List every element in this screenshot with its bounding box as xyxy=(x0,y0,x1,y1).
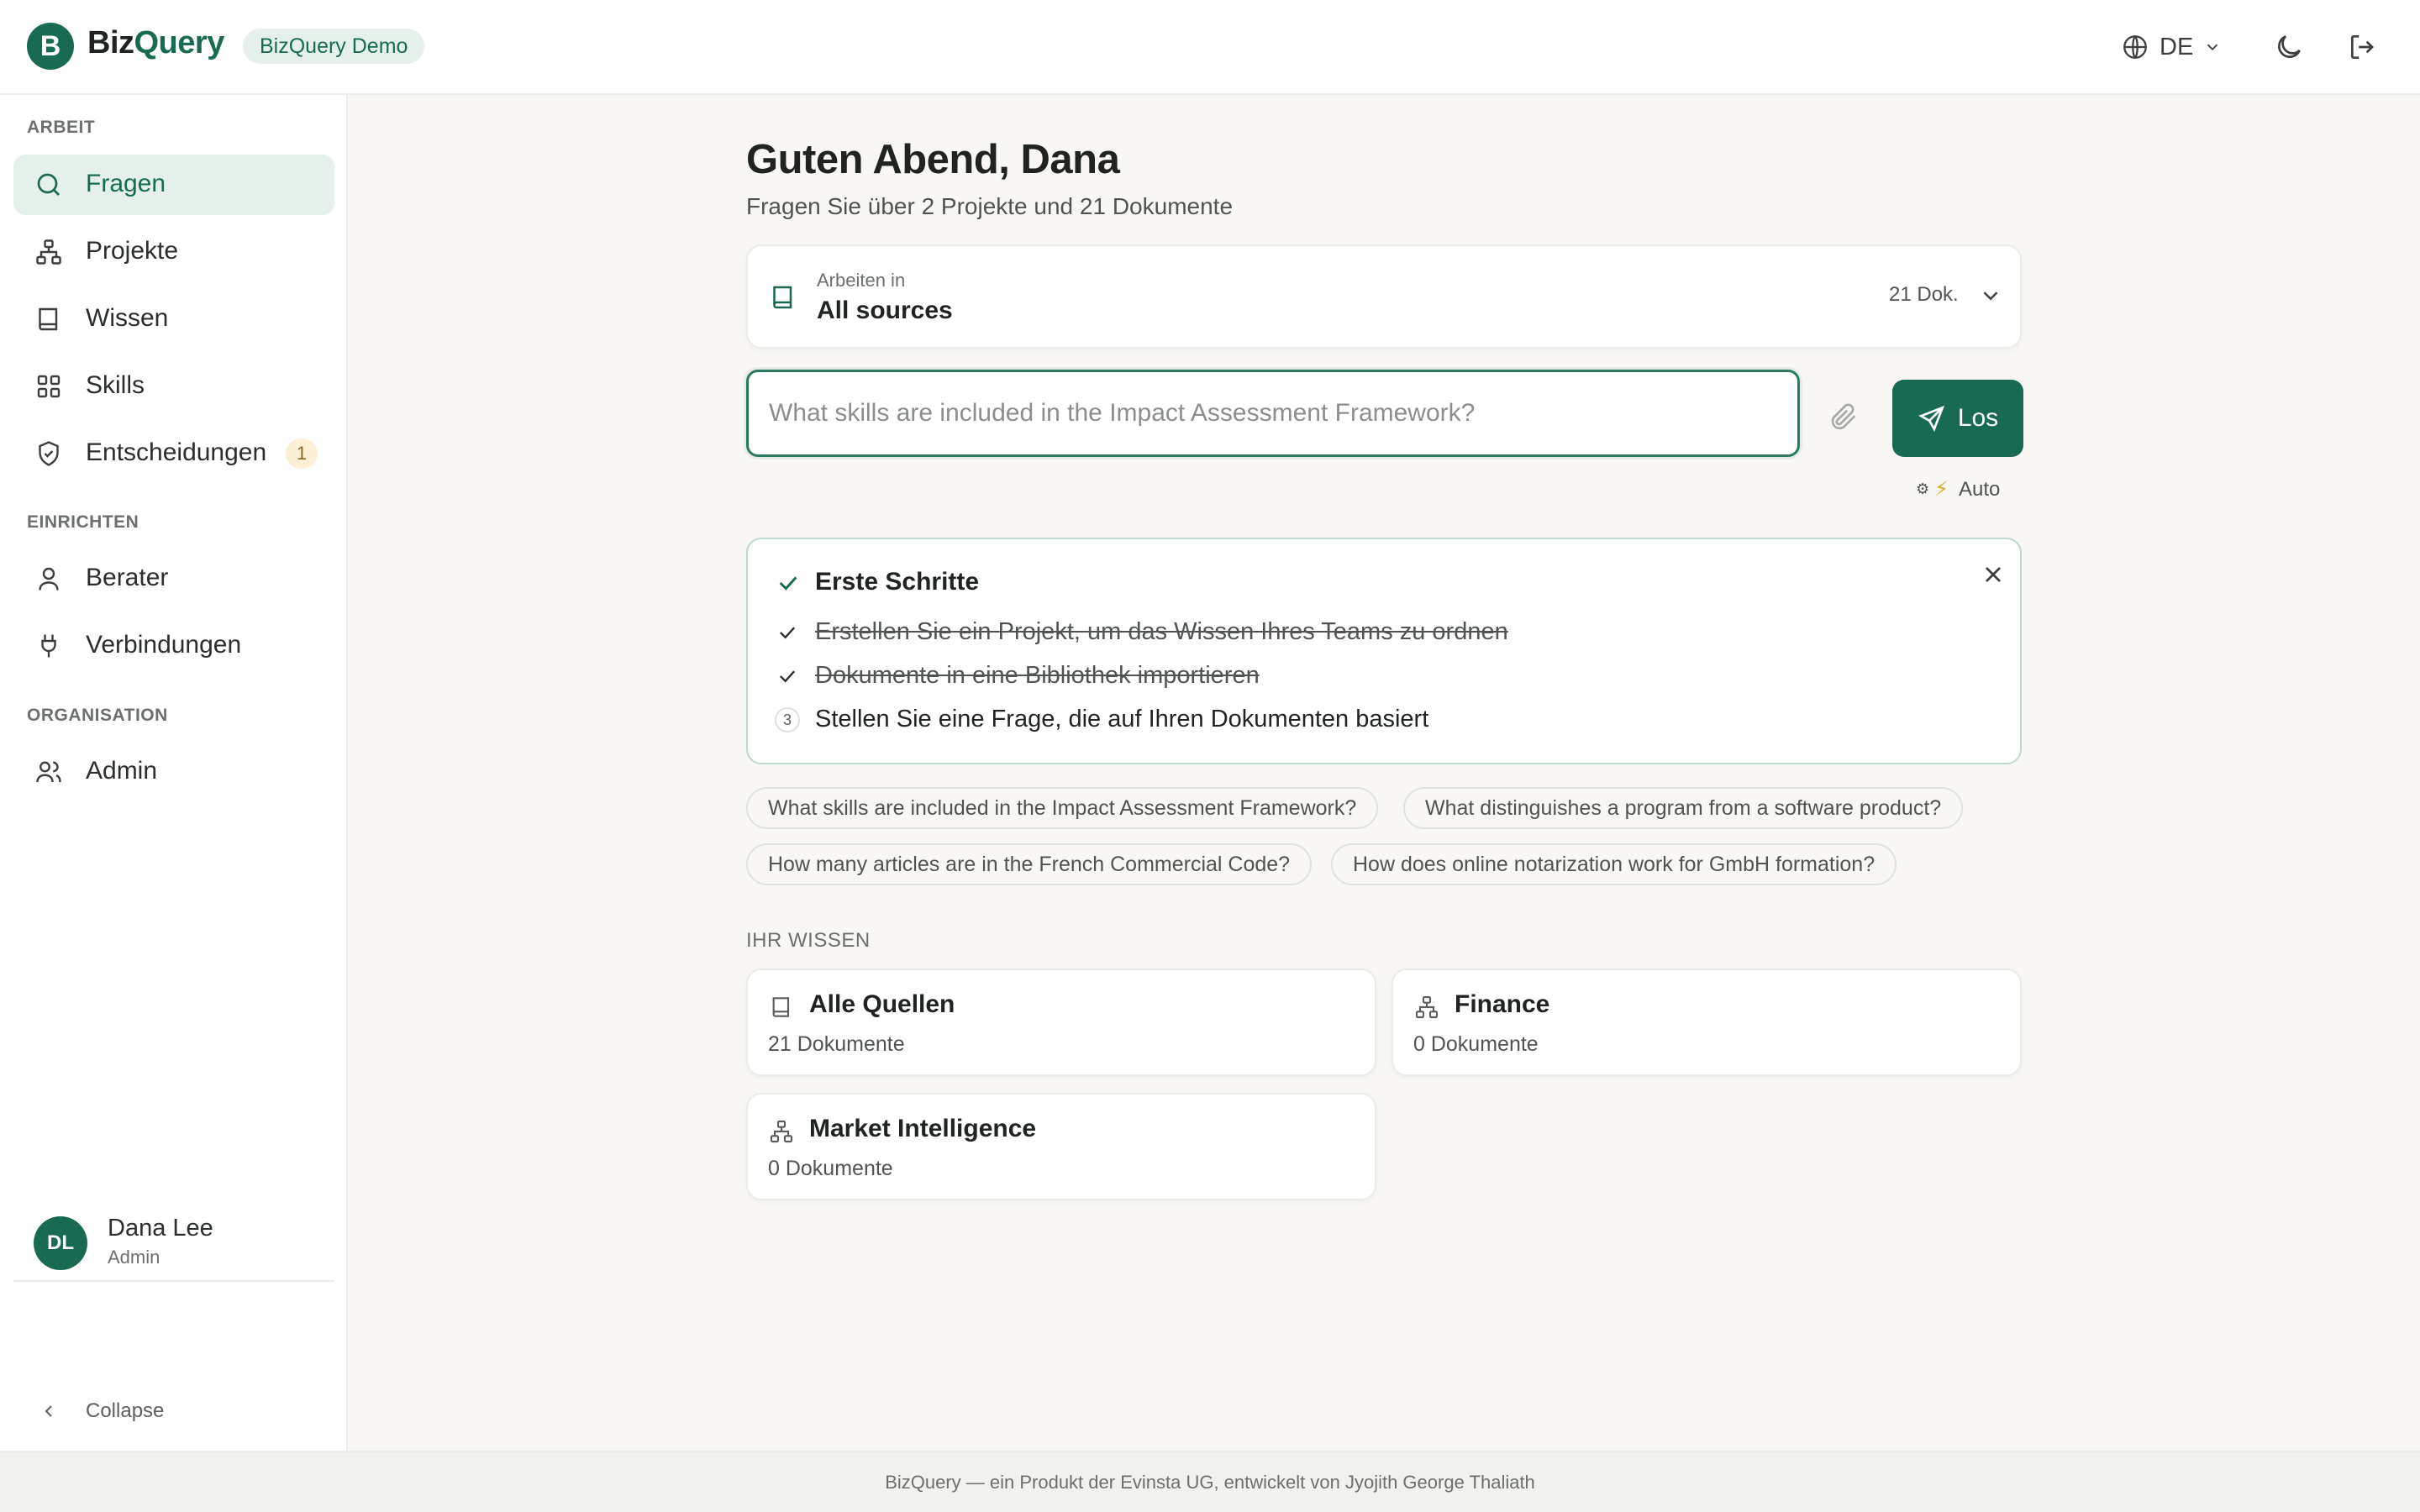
onboarding-step[interactable]: Stellen Sie eine Frage, die auf Ihren Do… xyxy=(815,706,1428,733)
knowledge-card-finance[interactable]: Finance 0 Dokumente xyxy=(1392,969,2022,1076)
suggestion-chip[interactable]: What skills are included in the Impact A… xyxy=(746,787,1379,829)
footer-text: BizQuery — ein Produkt der Evinsta UG, e… xyxy=(885,1471,1535,1493)
source-selector-label: Arbeiten in xyxy=(817,270,906,291)
suggestion-chip[interactable]: What distinguishes a program from a soft… xyxy=(1403,787,1964,829)
book-icon xyxy=(768,994,795,1021)
hierarchy-icon xyxy=(34,237,64,267)
language-switcher[interactable]: DE xyxy=(2121,27,2222,67)
search-icon xyxy=(34,170,64,200)
chevron-down-icon xyxy=(2203,38,2222,56)
sidebar-item-wissen[interactable]: Wissen xyxy=(13,289,334,349)
sidebar-item-label: Skills xyxy=(86,371,145,399)
app-name-part2: Query xyxy=(134,25,225,60)
logout-button[interactable] xyxy=(2341,25,2385,69)
user-role: Admin xyxy=(108,1247,160,1268)
book-icon xyxy=(768,281,798,313)
knowledge-card-title: Alle Quellen xyxy=(809,990,955,1018)
sidebar-item-label: Entscheidungen xyxy=(86,438,267,466)
check-icon xyxy=(775,620,800,645)
hierarchy-icon xyxy=(768,1118,795,1145)
language-code: DE xyxy=(2160,33,2194,60)
top-header: B BizQuery BizQuery Demo DE xyxy=(0,0,2420,95)
sidebar-item-label: Projekte xyxy=(86,237,179,265)
avatar[interactable]: DL xyxy=(34,1216,87,1270)
knowledge-card-count: 0 Dokumente xyxy=(1413,1032,1539,1056)
plug-icon xyxy=(34,631,64,661)
suggestion-chip[interactable]: How many articles are in the French Comm… xyxy=(746,843,1313,885)
send-button[interactable]: Los xyxy=(1892,380,2023,457)
close-icon[interactable] xyxy=(1980,561,2007,588)
knowledge-card-count: 0 Dokumente xyxy=(768,1157,893,1180)
globe-icon xyxy=(2121,33,2149,61)
question-input[interactable] xyxy=(746,370,1800,457)
knowledge-card-market-intelligence[interactable]: Market Intelligence 0 Dokumente xyxy=(746,1093,1376,1200)
sidebar-divider xyxy=(13,1280,334,1282)
sidebar-item-label: Verbindungen xyxy=(86,631,242,659)
paperclip-icon xyxy=(1827,400,1862,433)
sidebar-item-label: Admin xyxy=(86,757,158,785)
sidebar-item-skills[interactable]: Skills xyxy=(13,356,334,417)
theme-toggle-button[interactable] xyxy=(2267,25,2311,69)
check-icon xyxy=(775,570,802,596)
knowledge-card-title: Market Intelligence xyxy=(809,1115,1037,1142)
knowledge-section-label: IHR WISSEN xyxy=(746,929,871,952)
app-name[interactable]: BizQuery xyxy=(87,25,224,61)
logout-icon xyxy=(2347,31,2379,63)
user-icon xyxy=(34,564,64,594)
sidebar-item-berater[interactable]: Berater xyxy=(13,549,334,609)
send-label: Los xyxy=(1957,404,1999,432)
suggestion-chip[interactable]: How does online notarization work for Gm… xyxy=(1331,843,1897,885)
sidebar-item-entscheidungen[interactable]: Entscheidungen 1 xyxy=(13,423,334,484)
app-name-part1: Biz xyxy=(87,25,134,60)
source-selector[interactable]: Arbeiten in All sources 21 Dok. xyxy=(746,244,2022,349)
sidebar-item-label: Wissen xyxy=(86,304,169,332)
hierarchy-icon xyxy=(1413,994,1440,1021)
onboarding-step[interactable]: Erstellen Sie ein Projekt, um das Wissen… xyxy=(815,618,1508,646)
sidebar-item-label: Fragen xyxy=(86,170,166,197)
step-number: 3 xyxy=(775,707,800,732)
gear-icon: ⚙ xyxy=(1916,480,1930,497)
book-icon xyxy=(34,304,64,334)
bolt-icon: ⚡ xyxy=(1934,478,1949,501)
document-count: 21 Dok. xyxy=(1889,283,1959,306)
onboarding-step[interactable]: Dokumente in eine Bibliothek importieren xyxy=(815,662,1260,690)
onboarding-card: Erste Schritte Erstellen Sie ein Projekt… xyxy=(746,538,2022,764)
section-label-einrichten: EINRICHTEN xyxy=(27,512,139,532)
chevron-down-icon xyxy=(1978,283,2003,308)
sidebar-item-fragen[interactable]: Fragen xyxy=(13,155,334,215)
check-icon xyxy=(775,664,800,689)
users-icon xyxy=(34,757,64,787)
moon-icon xyxy=(2273,31,2305,63)
shield-check-icon xyxy=(34,438,64,469)
knowledge-card-alle-quellen[interactable]: Alle Quellen 21 Dokumente xyxy=(746,969,1376,1076)
sidebar-item-verbindungen[interactable]: Verbindungen xyxy=(13,616,334,676)
footer: BizQuery — ein Produkt der Evinsta UG, e… xyxy=(0,1451,2420,1512)
pending-count-badge: 1 xyxy=(286,438,318,469)
user-name: Dana Lee xyxy=(108,1215,213,1242)
sidebar-item-admin[interactable]: Admin xyxy=(13,742,334,802)
section-label-arbeit: ARBEIT xyxy=(27,118,96,137)
knowledge-card-title: Finance xyxy=(1455,990,1550,1018)
page-title: Guten Abend, Dana xyxy=(746,137,1120,182)
mode-label: Auto xyxy=(1959,477,2001,501)
collapse-label: Collapse xyxy=(86,1399,165,1422)
knowledge-card-count: 21 Dokumente xyxy=(768,1032,905,1056)
send-icon xyxy=(1918,404,1946,433)
source-selector-value: All sources xyxy=(817,297,953,324)
sidebar-item-projekte[interactable]: Projekte xyxy=(13,222,334,282)
app-logo[interactable]: B xyxy=(27,23,74,70)
collapse-sidebar-button[interactable]: Collapse xyxy=(34,1394,164,1428)
demo-badge: BizQuery Demo xyxy=(243,29,425,64)
section-label-organisation: ORGANISATION xyxy=(27,706,168,725)
attach-button[interactable] xyxy=(1827,400,1862,435)
grid-icon xyxy=(34,371,64,402)
step-number-badge: 3 xyxy=(775,707,800,732)
mode-selector[interactable]: ⚙ ⚡ Auto xyxy=(1916,477,2000,501)
page-subtitle: Fragen Sie über 2 Projekte und 21 Dokume… xyxy=(746,193,1234,219)
sidebar-item-label: Berater xyxy=(86,564,169,591)
onboarding-title: Erste Schritte xyxy=(815,568,980,596)
chevron-left-icon xyxy=(34,1396,64,1426)
